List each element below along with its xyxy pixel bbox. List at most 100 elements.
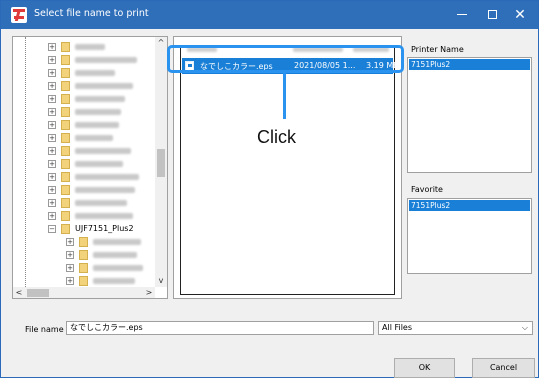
file-list-pane[interactable]: なでしこカラー.eps 2021/08/05 1... 3.19 MB bbox=[173, 36, 402, 299]
blurred-folder-name bbox=[93, 278, 135, 284]
tree-item[interactable]: + bbox=[13, 197, 155, 209]
ok-button[interactable]: OK bbox=[394, 358, 455, 378]
folder-icon bbox=[61, 133, 70, 143]
tree-vertical-scrollbar[interactable]: ^ v bbox=[155, 37, 167, 287]
expand-icon[interactable]: + bbox=[48, 212, 56, 220]
app-icon bbox=[11, 7, 27, 23]
expand-icon[interactable]: + bbox=[66, 277, 74, 285]
tree-item[interactable]: + bbox=[13, 54, 155, 66]
blurred-folder-name bbox=[75, 44, 105, 50]
tree-item[interactable]: + bbox=[13, 210, 155, 222]
blurred-folder-name bbox=[75, 200, 127, 206]
expand-icon[interactable]: + bbox=[66, 264, 74, 272]
file-list[interactable]: なでしこカラー.eps 2021/08/05 1... 3.19 MB bbox=[180, 45, 399, 295]
tree-item[interactable]: + bbox=[13, 93, 155, 105]
folder-tree[interactable]: + + + + + + + + + + + + + + − UJF7151_Plu… bbox=[12, 36, 168, 299]
printer-item[interactable]: 7151Plus2 bbox=[409, 59, 530, 70]
favorite-label: Favorite bbox=[411, 185, 443, 194]
favorite-list[interactable]: 7151Plus2 bbox=[407, 198, 532, 274]
blurred-folder-name bbox=[93, 239, 141, 245]
folder-icon bbox=[61, 68, 70, 78]
tree-subitem[interactable]: + bbox=[13, 236, 155, 248]
tree-subitem[interactable]: + bbox=[13, 275, 155, 287]
folder-icon bbox=[61, 211, 70, 221]
scroll-up-icon[interactable]: ^ bbox=[155, 37, 167, 49]
blurred-folder-name bbox=[75, 109, 121, 115]
scroll-down-icon[interactable]: v bbox=[155, 275, 167, 287]
printer-name-label: Printer Name bbox=[411, 45, 464, 54]
minimize-icon bbox=[457, 14, 467, 15]
tree-subitem[interactable]: + bbox=[13, 249, 155, 261]
maximize-icon bbox=[487, 10, 497, 19]
scroll-left-icon[interactable]: < bbox=[13, 287, 25, 298]
tree-item[interactable]: + bbox=[13, 41, 155, 53]
tree-item[interactable]: + bbox=[13, 184, 155, 196]
folder-icon bbox=[61, 120, 70, 130]
file-type-value: All Files bbox=[382, 323, 413, 332]
window-title: Select file name to print bbox=[34, 8, 149, 19]
favorite-item[interactable]: 7151Plus2 bbox=[409, 200, 530, 211]
tree-item[interactable]: + bbox=[13, 171, 155, 183]
title-bar[interactable]: Select file name to print ✕ bbox=[1, 1, 538, 29]
expand-icon[interactable]: + bbox=[48, 173, 56, 181]
folder-icon bbox=[79, 250, 88, 260]
close-button[interactable]: ✕ bbox=[501, 1, 539, 29]
expand-icon[interactable]: + bbox=[48, 147, 56, 155]
tree-item[interactable]: + bbox=[13, 145, 155, 157]
folder-icon bbox=[79, 237, 88, 247]
folder-icon bbox=[61, 185, 70, 195]
expand-icon[interactable]: + bbox=[48, 82, 56, 90]
chevron-down-icon: ⌵ bbox=[521, 323, 528, 332]
blurred-folder-name bbox=[75, 161, 123, 167]
expand-icon[interactable]: + bbox=[48, 95, 56, 103]
expand-icon[interactable]: + bbox=[66, 251, 74, 259]
blurred-folder-name bbox=[75, 174, 139, 180]
folder-icon bbox=[61, 42, 70, 52]
expand-icon[interactable]: + bbox=[48, 186, 56, 194]
expand-icon[interactable]: + bbox=[48, 56, 56, 64]
tree-item[interactable]: + bbox=[13, 67, 155, 79]
blurred-folder-name bbox=[75, 135, 113, 141]
tree-item[interactable]: + bbox=[13, 80, 155, 92]
expand-icon[interactable]: + bbox=[66, 238, 74, 246]
tree-horizontal-scrollbar[interactable]: < > bbox=[13, 287, 155, 298]
folder-icon bbox=[79, 263, 88, 273]
highlight-box bbox=[167, 45, 404, 73]
printer-list[interactable]: 7151Plus2 bbox=[407, 57, 532, 173]
folder-label: UJF7151_Plus2 bbox=[75, 224, 134, 233]
expand-icon[interactable]: + bbox=[48, 69, 56, 77]
blurred-folder-name bbox=[75, 213, 133, 219]
cancel-button[interactable]: Cancel bbox=[472, 358, 535, 378]
scroll-thumb[interactable] bbox=[157, 149, 165, 177]
tree-subitem[interactable]: + bbox=[13, 262, 155, 274]
select-file-dialog: Select file name to print ✕ + + + + + + … bbox=[0, 0, 539, 378]
callout-label: Click bbox=[257, 127, 296, 147]
collapse-icon[interactable]: − bbox=[48, 225, 56, 233]
blurred-folder-name bbox=[75, 96, 125, 102]
expand-icon[interactable]: + bbox=[48, 134, 56, 142]
folder-icon bbox=[61, 107, 70, 117]
folder-icon bbox=[79, 276, 88, 286]
blurred-folder-name bbox=[75, 83, 133, 89]
file-type-select[interactable]: All Files ⌵ bbox=[378, 321, 533, 335]
tree-item[interactable]: + bbox=[13, 158, 155, 170]
expand-icon[interactable]: + bbox=[48, 43, 56, 51]
blurred-folder-name bbox=[75, 122, 119, 128]
file-name-input[interactable]: なでしこカラー.eps bbox=[66, 321, 374, 335]
tree-item[interactable]: + bbox=[13, 132, 155, 144]
scroll-thumb[interactable] bbox=[27, 289, 49, 297]
scroll-right-icon[interactable]: > bbox=[143, 287, 155, 298]
expand-icon[interactable]: + bbox=[48, 121, 56, 129]
tree-item[interactable]: + bbox=[13, 106, 155, 118]
folder-icon bbox=[61, 94, 70, 104]
folder-icon bbox=[61, 159, 70, 169]
expand-icon[interactable]: + bbox=[48, 199, 56, 207]
folder-icon bbox=[61, 81, 70, 91]
blurred-folder-name bbox=[75, 148, 131, 154]
tree-item[interactable]: + bbox=[13, 119, 155, 131]
expand-icon[interactable]: + bbox=[48, 160, 56, 168]
blurred-folder-name bbox=[75, 70, 115, 76]
tree-item-selected-folder[interactable]: − UJF7151_Plus2 bbox=[13, 223, 155, 235]
blurred-folder-name bbox=[75, 187, 135, 193]
expand-icon[interactable]: + bbox=[48, 108, 56, 116]
